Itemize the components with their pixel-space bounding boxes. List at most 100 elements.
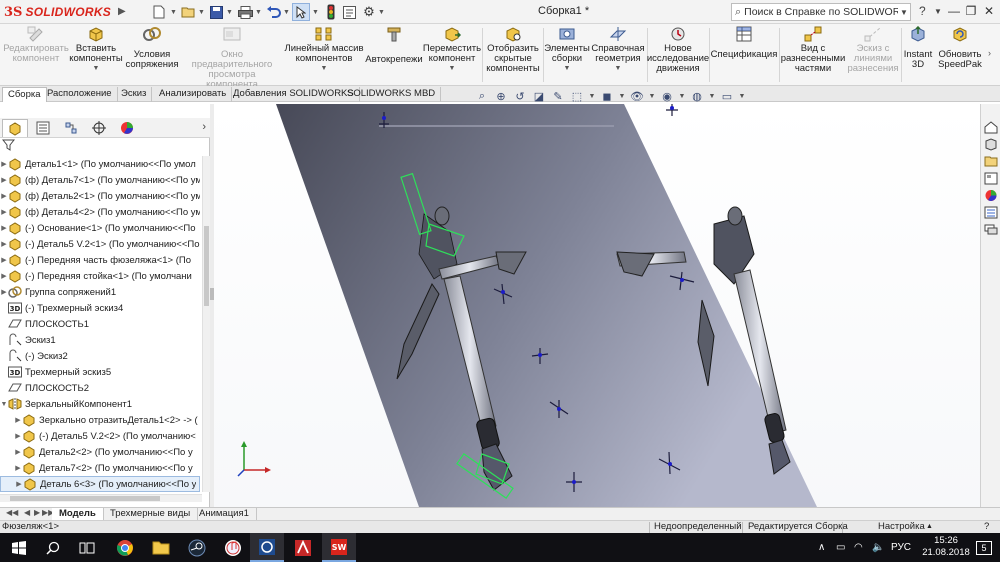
steam-icon[interactable]	[180, 533, 214, 562]
view-settings-dropdown-icon[interactable]: ▼	[738, 88, 746, 104]
solidworks-resources-icon[interactable]	[983, 120, 999, 135]
tab-layout[interactable]: Расположение	[42, 87, 118, 102]
open-dropdown-icon[interactable]: ▼	[197, 3, 205, 21]
tree-item-part[interactable]: ▶ (-) Деталь5 V.2<1> (По умолчанию<<По	[0, 236, 200, 252]
section-view-icon[interactable]: ◪	[531, 88, 547, 104]
edit-appearance-icon[interactable]: ◉	[659, 88, 675, 104]
tab-next-icon[interactable]: ▶	[34, 508, 40, 517]
tree-expand-arrow-icon[interactable]: ▶	[14, 416, 22, 424]
file-explorer-icon[interactable]	[983, 154, 999, 169]
scrollbar-thumb[interactable]	[10, 496, 160, 501]
tree-item-part[interactable]: ▶ (-) Передняя часть фюзеляжа<1> (По	[0, 252, 200, 268]
tree-expand-arrow-icon[interactable]: ▶	[0, 224, 8, 232]
wifi-icon[interactable]: ◠	[854, 533, 863, 562]
coordinate-triad[interactable]	[236, 438, 276, 478]
tree-item-part[interactable]: ▶ (ф) Деталь7<1> (По умолчанию<<По ум	[0, 172, 200, 188]
tree-expand-arrow-icon[interactable]: ▶	[14, 448, 22, 456]
explode-line-sketch-button[interactable]: Эскиз с линиями разнесения	[846, 26, 900, 74]
panel-next-arrow-icon[interactable]: ›	[202, 121, 206, 133]
reference-geometry-button[interactable]: Справочная геометрия ▼	[590, 26, 646, 74]
tree-expand-arrow-icon[interactable]: ▶	[0, 176, 8, 184]
menu-expand-arrow-icon[interactable]: ▶	[118, 4, 128, 20]
tree-item-part[interactable]: ▶ Зеркально отразитьДеталь1<2> -> (	[0, 412, 200, 428]
appearances-scenes-icon[interactable]	[983, 188, 999, 203]
hide-show-dropdown-icon[interactable]: ▼	[648, 88, 656, 104]
assembly-features-dropdown-icon[interactable]: ▼	[564, 64, 571, 74]
dimxpert-tab-icon[interactable]	[86, 119, 112, 137]
assembly-features-button[interactable]: Элементы сборки ▼	[544, 26, 590, 74]
tree-horizontal-scrollbar[interactable]	[0, 494, 202, 502]
new-dropdown-icon[interactable]: ▼	[169, 3, 177, 21]
tree-item-part[interactable]: ▶ (-) Передняя стойка<1> (По умолчани	[0, 268, 200, 284]
tree-vertical-scrollbar[interactable]	[202, 156, 210, 492]
itunes-icon[interactable]	[216, 533, 250, 562]
file-properties-icon[interactable]	[341, 3, 357, 21]
configurationmanager-tab-icon[interactable]	[58, 119, 84, 137]
tree-item-part[interactable]: ▶ (ф) Деталь4<2> (По умолчанию<<По ум	[0, 204, 200, 220]
tray-overflow-icon[interactable]: ∧	[818, 533, 825, 562]
fuselage-body[interactable]	[276, 104, 817, 507]
command-more-icon[interactable]: ›	[988, 48, 991, 58]
tab-sketch[interactable]: Эскиз	[116, 87, 153, 102]
update-speedpak-button[interactable]: Обновить SpeedPak	[936, 26, 984, 70]
component-preview-window-button[interactable]: Окно предварительного просмотра компонен…	[182, 26, 282, 90]
tree-item-sketch[interactable]: (-) Эскиз2	[0, 348, 200, 364]
solidworks-taskbar-icon[interactable]: SW	[322, 533, 356, 562]
tree-expand-arrow-icon[interactable]: ▶	[14, 432, 22, 440]
linear-pattern-dropdown-icon[interactable]: ▼	[321, 64, 328, 74]
new-document-icon[interactable]	[150, 3, 168, 21]
save-dropdown-icon[interactable]: ▼	[225, 3, 233, 21]
tab-prev-icon[interactable]: ◀	[24, 508, 30, 517]
search-dropdown-icon[interactable]: ▼	[898, 8, 910, 17]
show-hidden-components-button[interactable]: Отобразить скрытые компоненты	[484, 26, 542, 74]
reference-geometry-dropdown-icon[interactable]: ▼	[615, 64, 622, 74]
tree-expand-arrow-icon[interactable]: ▶	[0, 192, 8, 200]
tree-item-3d-sketch[interactable]: 3D (-) Трехмерный эскиз4	[0, 300, 200, 316]
view-orientation-dropdown-icon[interactable]: ▼	[588, 88, 596, 104]
linear-pattern-button[interactable]: Линейный массив компонентов ▼	[284, 26, 364, 74]
insert-components-button[interactable]: Вставить компоненты ▼	[68, 26, 124, 74]
edit-component-button[interactable]: Редактировать компонент	[3, 26, 69, 64]
chrome-icon[interactable]	[108, 533, 142, 562]
solidworks-logo[interactable]: 3S SOLIDWORKS	[4, 3, 111, 21]
zoom-to-area-icon[interactable]: ⊕	[493, 88, 509, 104]
tree-expand-arrow-icon[interactable]: ▶	[0, 272, 8, 280]
tree-item-plane[interactable]: ПЛОСКОСТЬ1	[0, 316, 200, 332]
new-motion-study-button[interactable]: Новое исследование движения	[647, 26, 709, 74]
tree-item-part[interactable]: ▶ Деталь7<2> (По умолчанию<<По у	[0, 460, 200, 476]
tree-expand-arrow-icon[interactable]: ▶	[0, 208, 8, 216]
custom-properties-icon[interactable]	[983, 205, 999, 220]
file-explorer-taskbar-icon[interactable]	[144, 533, 178, 562]
options-gear-icon[interactable]: ⚙	[360, 3, 378, 21]
display-manager-tab-icon[interactable]	[114, 119, 140, 137]
tab-solidworks-mbd[interactable]: SOLIDWORKS MBD	[342, 87, 442, 102]
tree-item-mirror-component[interactable]: ▼ ЗеркальныйКомпонент1	[0, 396, 200, 412]
tab-assembly[interactable]: Сборка	[2, 87, 47, 102]
view-orientation-icon[interactable]: ⬚	[569, 88, 585, 104]
start-icon[interactable]	[2, 533, 36, 562]
tree-expand-arrow-icon[interactable]: ▶	[0, 240, 8, 248]
help-question-icon[interactable]: ?	[919, 4, 926, 18]
move-component-button[interactable]: Переместить компонент ▼	[423, 26, 481, 74]
rebuild-icon[interactable]	[324, 3, 338, 21]
display-style-dropdown-icon[interactable]: ▼	[618, 88, 626, 104]
tree-expand-arrow-icon[interactable]: ▶	[0, 160, 8, 168]
units-dropdown-icon[interactable]: ▲	[926, 521, 933, 533]
notifications-icon[interactable]: 5	[976, 533, 992, 562]
search-icon[interactable]	[36, 533, 70, 562]
mate-button[interactable]: Условия сопряжения	[126, 26, 178, 70]
help-search-input[interactable]: ⌕ Поиск в Справке по SOLIDWORKS ▼	[731, 3, 911, 21]
close-icon[interactable]: ✕	[980, 2, 998, 20]
previous-view-icon[interactable]: ↺	[512, 88, 528, 104]
status-help-icon[interactable]: ?	[984, 521, 989, 533]
apply-scene-icon[interactable]: ◍	[689, 88, 705, 104]
save-icon[interactable]	[207, 3, 225, 21]
print-dropdown-icon[interactable]: ▼	[254, 3, 262, 21]
tree-item-part[interactable]: ▶ (-) Деталь5 V.2<2> (По умолчанию<	[0, 428, 200, 444]
view-settings-icon[interactable]: ▭	[719, 88, 735, 104]
hide-show-items-icon[interactable]: 👁	[629, 88, 645, 104]
undo-icon[interactable]	[264, 3, 282, 21]
tree-filter-icon[interactable]	[1, 139, 22, 155]
appearance-dropdown-icon[interactable]: ▼	[678, 88, 686, 104]
scrollbar-thumb[interactable]	[204, 226, 209, 306]
